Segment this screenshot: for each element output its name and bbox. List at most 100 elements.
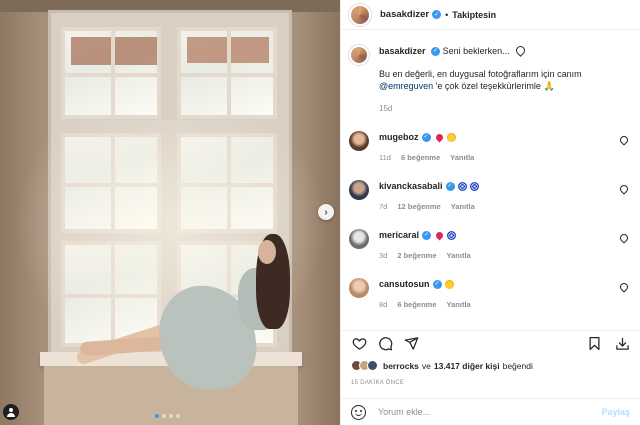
comment-reply-button[interactable]: Yanıtla [451, 202, 475, 211]
chevron-right-icon: › [324, 206, 328, 218]
comment-time[interactable]: 8d [379, 300, 387, 309]
comment-username[interactable]: mericaral [379, 229, 419, 241]
verified-badge-icon: ✓ [422, 230, 432, 240]
comments-scroll-area[interactable]: basakdizer ✓ Seni beklerken... Bu en değ… [341, 31, 640, 321]
red-heart-icon [434, 230, 445, 240]
save-button[interactable] [586, 336, 602, 352]
comment-like-heart-icon[interactable] [618, 134, 630, 146]
comment-username[interactable]: kivanckasabali [379, 180, 443, 192]
comment-time[interactable]: 7d [379, 202, 387, 211]
nazar-amulet-icon [469, 181, 479, 191]
photo-mullion [227, 31, 231, 115]
caption-time[interactable]: 15d [379, 104, 627, 113]
caption-author-username[interactable]: basakdizer [379, 46, 426, 56]
comment-body: mericaral ✓ 3d 2 beğenme Yanıtla [379, 229, 471, 260]
commenter-avatar[interactable] [349, 229, 369, 249]
likes-others[interactable]: 13.417 diğer kişi [434, 361, 500, 371]
carousel-dot [176, 414, 180, 418]
emoji-smile-icon[interactable] [351, 404, 366, 420]
download-button[interactable] [614, 336, 630, 352]
author-avatar[interactable] [349, 3, 371, 26]
commenter-avatar[interactable] [349, 180, 369, 200]
likes-suffix: beğendi [502, 360, 533, 371]
instagram-post-modal: › basakdizer ✓ • Takiptesin basakdizer ✓… [0, 0, 640, 425]
bookmark-icon [589, 336, 599, 351]
post-timestamp[interactable]: 15 DAKİKA ÖNCE [351, 380, 404, 386]
comment-line: kivanckasabali ✓ [379, 180, 479, 192]
follow-state-button[interactable]: Takiptesin [452, 10, 496, 20]
caption-first-line: basakdizer ✓ Seni beklerken... [379, 44, 627, 58]
caption-author-avatar[interactable] [349, 45, 369, 65]
comment-reply-button[interactable]: Yanıtla [447, 300, 471, 309]
comment-time[interactable]: 11d [379, 153, 391, 162]
liker-avatar [367, 360, 378, 371]
add-comment-bar: Paylaş [341, 398, 640, 425]
comment-like-heart-icon[interactable] [618, 232, 630, 244]
commenter-avatar[interactable] [349, 131, 369, 151]
post-caption: basakdizer ✓ Seni beklerken... Bu en değ… [349, 31, 632, 113]
post-comment-button[interactable]: Paylaş [601, 407, 630, 417]
likes-summary[interactable]: berrocks ve 13.417 diğer kişi beğendi [351, 360, 533, 371]
carousel-next-button[interactable]: › [318, 204, 334, 220]
carousel-dots [155, 414, 180, 418]
praying-hands-icon: 🙏 [543, 81, 555, 91]
comment-line: cansutosun ✓ [379, 278, 471, 290]
comment-line: mericaral ✓ [379, 229, 471, 241]
comment-meta: 8d 6 beğenme Yanıtla [379, 300, 471, 309]
liker-avatars [351, 360, 378, 371]
comment-button[interactable] [377, 336, 393, 352]
commenter-avatar[interactable] [349, 278, 369, 298]
photo-pane [177, 27, 277, 119]
photo-mullion [111, 31, 115, 115]
comment-like-heart-icon[interactable] [618, 183, 630, 195]
comment-username[interactable]: mugeboz [379, 131, 419, 143]
comment-input[interactable] [378, 407, 602, 417]
nazar-amulet-icon [457, 181, 467, 191]
header-separator: • [445, 9, 449, 20]
post-details-panel: basakdizer ✓ • Takiptesin basakdizer ✓ S… [340, 0, 640, 425]
user-icon [9, 408, 13, 412]
post-header: basakdizer ✓ • Takiptesin [341, 0, 640, 30]
carousel-dot [162, 414, 166, 418]
download-icon [615, 337, 629, 350]
caption-title: Seni beklerken... [442, 46, 510, 56]
comment-item: kivanckasabali ✓ 7d 12 beğenme Yanıtla [349, 180, 632, 211]
comment-body: cansutosun ✓ 8d 6 beğenme Yanıtla [379, 278, 471, 309]
caption-mention-link[interactable]: @emreguven [379, 81, 433, 91]
likes-joiner: ve [421, 360, 431, 371]
tagged-users-button[interactable] [3, 404, 19, 420]
comment-meta: 3d 2 beğenme Yanıtla [379, 251, 471, 260]
comment-like-heart-icon[interactable] [618, 281, 630, 293]
comment-body: kivanckasabali ✓ 7d 12 beğenme Yanıtla [379, 180, 479, 211]
caption-text-after: 'e çok özel teşekkürlerimle [433, 81, 541, 91]
caption-text-before: Bu en değerli, en duygusal fotoğraflarım… [379, 69, 582, 79]
comment-item: cansutosun ✓ 8d 6 beğenme Yanıtla [349, 278, 632, 309]
star-struck-icon [446, 132, 456, 142]
comment-likes[interactable]: 2 beğenme [397, 251, 436, 260]
share-button[interactable] [403, 336, 419, 352]
comment-likes[interactable]: 6 beğenme [401, 153, 440, 162]
red-heart-icon [434, 132, 444, 142]
caption-text: Bu en değerli, en duygusal fotoğraflarım… [379, 68, 627, 92]
caption-body: basakdizer ✓ Seni beklerken... Bu en değ… [379, 44, 627, 113]
comment-line: mugeboz ✓ [379, 131, 474, 143]
nazar-amulet-icon [447, 230, 457, 240]
comment-reply-button[interactable]: Yanıtla [450, 153, 474, 162]
comment-reply-button[interactable]: Yanıtla [447, 251, 471, 260]
comment-likes[interactable]: 12 beğenme [397, 202, 440, 211]
heart-icon [352, 338, 366, 350]
post-photo[interactable]: › [0, 0, 340, 425]
like-button[interactable] [351, 336, 367, 352]
comment-time[interactable]: 3d [379, 251, 387, 260]
verified-badge-icon: ✓ [421, 132, 431, 142]
likes-first-user[interactable]: berrocks [383, 361, 419, 371]
verified-badge-icon: ✓ [432, 279, 442, 289]
photo-pane [61, 27, 161, 119]
comment-username[interactable]: cansutosun [379, 278, 430, 290]
comment-likes[interactable]: 6 beğenme [397, 300, 436, 309]
comment-meta: 7d 12 beğenme Yanıtla [379, 202, 479, 211]
verified-badge-icon: ✓ [432, 10, 442, 19]
post-actions-bar [341, 330, 640, 356]
author-username[interactable]: basakdizer [380, 9, 429, 20]
carousel-dot [169, 414, 173, 418]
